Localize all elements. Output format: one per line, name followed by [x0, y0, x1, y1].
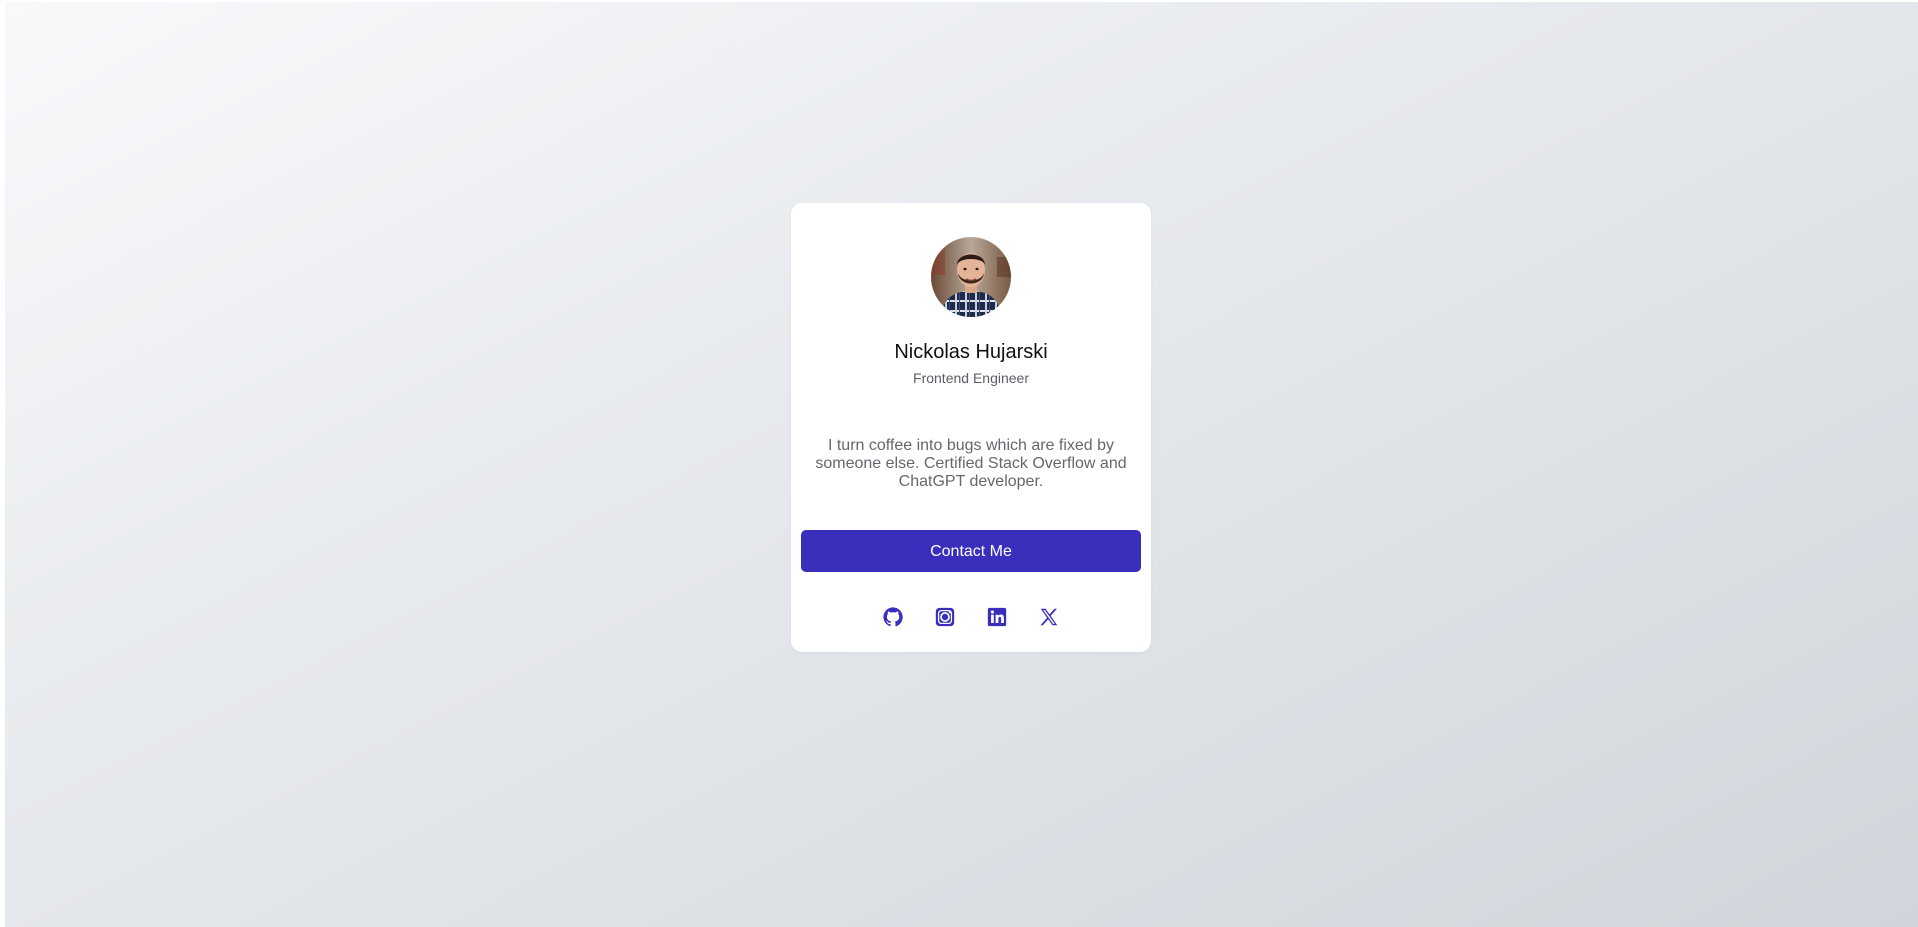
profile-name: Nickolas Hujarski: [894, 341, 1048, 363]
x-twitter-icon: [1040, 608, 1058, 626]
page-background: Nickolas Hujarski Frontend Engineer I tu…: [5, 2, 1918, 927]
instagram-icon: [935, 607, 955, 627]
x-twitter-link[interactable]: [1038, 606, 1060, 628]
linkedin-icon: [987, 607, 1007, 627]
avatar: [931, 237, 1011, 317]
profile-role: Frontend Engineer: [913, 370, 1029, 386]
social-links: [791, 606, 1151, 630]
linkedin-link[interactable]: [986, 606, 1008, 628]
profile-card: Nickolas Hujarski Frontend Engineer I tu…: [791, 203, 1151, 652]
avatar-photo: [931, 237, 1011, 317]
github-link[interactable]: [882, 606, 904, 628]
contact-button[interactable]: Contact Me: [801, 530, 1141, 572]
instagram-link[interactable]: [934, 606, 956, 628]
profile-bio: I turn coffee into bugs which are fixed …: [815, 437, 1127, 490]
github-icon: [883, 607, 903, 627]
